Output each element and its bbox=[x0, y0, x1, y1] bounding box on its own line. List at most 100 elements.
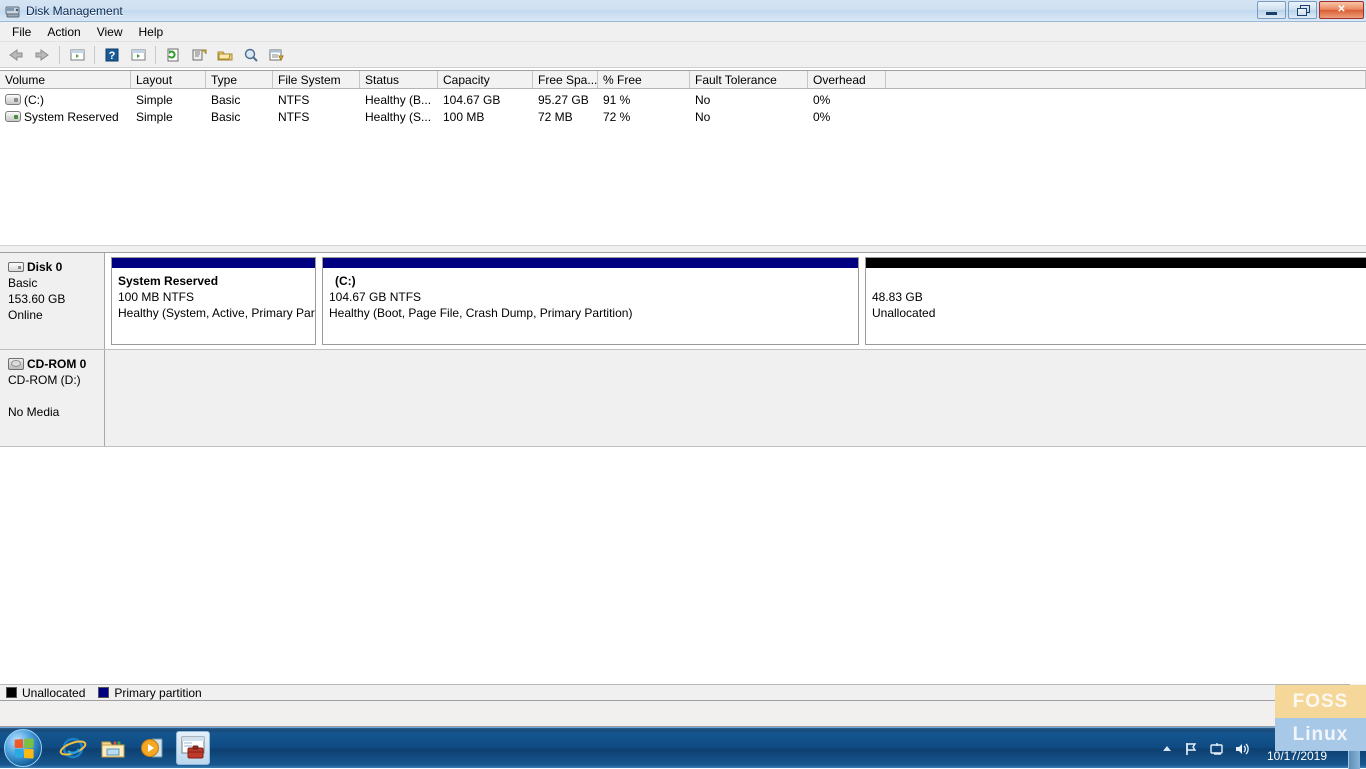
disk-status: No Media bbox=[8, 404, 104, 420]
column-header-percent-free[interactable]: % Free bbox=[598, 71, 690, 88]
menu-view[interactable]: View bbox=[89, 23, 131, 41]
disk-info-disk0[interactable]: Disk 0 Basic 153.60 GB Online bbox=[0, 253, 105, 349]
windows-explorer-icon[interactable] bbox=[96, 731, 130, 765]
disk-management-icon bbox=[5, 3, 21, 19]
clock-date: 10/17/2019 bbox=[1259, 749, 1335, 764]
drive-icon bbox=[5, 111, 21, 122]
cell-type: Basic bbox=[206, 93, 273, 107]
partition-system-reserved[interactable]: System Reserved 100 MB NTFS Healthy (Sys… bbox=[111, 257, 316, 345]
table-row[interactable]: System Reserved Simple Basic NTFS Health… bbox=[0, 108, 1366, 125]
cell-layout: Simple bbox=[131, 110, 206, 124]
window-titlebar: Disk Management ✕ bbox=[0, 0, 1366, 22]
volume-list-pane: Volume Layout Type File System Status Ca… bbox=[0, 70, 1366, 245]
forward-icon[interactable] bbox=[30, 44, 54, 66]
help-icon[interactable]: ? bbox=[100, 44, 124, 66]
cell-volume: System Reserved bbox=[24, 110, 119, 124]
column-header-volume[interactable]: Volume bbox=[0, 71, 131, 88]
menu-action[interactable]: Action bbox=[39, 23, 88, 41]
show-hide-console-tree-icon[interactable] bbox=[126, 44, 150, 66]
hard-disk-icon bbox=[8, 262, 24, 272]
status-bar bbox=[0, 700, 1366, 727]
menu-help[interactable]: Help bbox=[131, 23, 172, 41]
column-header-overhead[interactable]: Overhead bbox=[808, 71, 886, 88]
network-icon[interactable] bbox=[1184, 741, 1200, 757]
legend-label-primary-partition: Primary partition bbox=[114, 686, 201, 700]
volume-icon[interactable] bbox=[1234, 741, 1250, 757]
scroll-corner bbox=[1350, 684, 1366, 700]
disk-type: CD-ROM (D:) bbox=[8, 372, 104, 388]
minimize-button[interactable] bbox=[1257, 1, 1286, 19]
disk-row-disk0[interactable]: Disk 0 Basic 153.60 GB Online System Res… bbox=[0, 253, 1366, 350]
search-icon[interactable] bbox=[239, 44, 263, 66]
cell-layout: Simple bbox=[131, 93, 206, 107]
partition-unallocated[interactable]: 48.83 GB Unallocated bbox=[865, 257, 1366, 345]
restore-button[interactable] bbox=[1288, 1, 1317, 19]
table-row[interactable]: (C:) Simple Basic NTFS Healthy (B... 104… bbox=[0, 91, 1366, 108]
window-title: Disk Management bbox=[26, 4, 123, 18]
legend-swatch-primary-partition bbox=[98, 687, 109, 698]
refresh-icon[interactable] bbox=[161, 44, 185, 66]
action-center-icon[interactable] bbox=[1209, 741, 1225, 757]
rescan-disks-icon[interactable] bbox=[213, 44, 237, 66]
start-button[interactable] bbox=[4, 729, 42, 767]
toolbar: ? bbox=[0, 42, 1366, 68]
cell-free-space: 72 MB bbox=[533, 110, 598, 124]
toolbar-separator bbox=[94, 46, 95, 64]
cell-status: Healthy (S... bbox=[360, 110, 438, 124]
cell-overhead: 0% bbox=[808, 110, 886, 124]
taskbar: 9:14 PM 10/17/2019 bbox=[0, 727, 1366, 768]
partition-size-fs: 100 MB NTFS bbox=[118, 289, 315, 305]
menu-file[interactable]: File bbox=[4, 23, 39, 41]
all-tasks-icon[interactable] bbox=[265, 44, 289, 66]
cell-status: Healthy (B... bbox=[360, 93, 438, 107]
properties-icon[interactable] bbox=[187, 44, 211, 66]
cell-overhead: 0% bbox=[808, 93, 886, 107]
show-hidden-icons-arrow-icon[interactable] bbox=[1159, 741, 1175, 757]
column-header-type[interactable]: Type bbox=[206, 71, 273, 88]
back-icon[interactable] bbox=[4, 44, 28, 66]
cell-file-system: NTFS bbox=[273, 110, 360, 124]
system-tray: 9:14 PM 10/17/2019 bbox=[1159, 728, 1366, 769]
window-controls: ✕ bbox=[1257, 1, 1364, 19]
disk-status: Online bbox=[8, 307, 104, 323]
column-header-fault-tolerance[interactable]: Fault Tolerance bbox=[690, 71, 808, 88]
column-header-filler bbox=[886, 71, 1366, 88]
disk-size: 153.60 GB bbox=[8, 291, 104, 307]
partition-c-drive[interactable]: (C:) 104.67 GB NTFS Healthy (Boot, Page … bbox=[322, 257, 859, 345]
clock[interactable]: 9:14 PM 10/17/2019 bbox=[1259, 734, 1335, 764]
toolbar-separator bbox=[155, 46, 156, 64]
cell-capacity: 100 MB bbox=[438, 110, 533, 124]
partition-status: Healthy (System, Active, Primary Parti bbox=[118, 305, 315, 321]
cd-rom-icon bbox=[8, 358, 24, 370]
column-header-capacity[interactable]: Capacity bbox=[438, 71, 533, 88]
internet-explorer-icon[interactable] bbox=[56, 731, 90, 765]
disk-size-spacer bbox=[8, 388, 104, 404]
windows-media-player-icon[interactable] bbox=[136, 731, 170, 765]
cdrom0-no-media-area bbox=[105, 350, 1366, 446]
column-header-status[interactable]: Status bbox=[360, 71, 438, 88]
disk-row-cdrom0[interactable]: CD-ROM 0 CD-ROM (D:) No Media bbox=[0, 350, 1366, 447]
quick-launch-bar bbox=[56, 731, 210, 765]
clock-time: 9:14 PM bbox=[1259, 734, 1335, 749]
cell-capacity: 104.67 GB bbox=[438, 93, 533, 107]
column-header-file-system[interactable]: File System bbox=[273, 71, 360, 88]
drive-icon bbox=[5, 94, 21, 105]
partition-capacity-bar bbox=[866, 258, 1366, 268]
toolbar-separator bbox=[59, 46, 60, 64]
pane-splitter[interactable] bbox=[0, 245, 1366, 253]
close-button[interactable]: ✕ bbox=[1319, 1, 1364, 19]
column-header-free-space[interactable]: Free Spa... bbox=[533, 71, 598, 88]
column-header-layout[interactable]: Layout bbox=[131, 71, 206, 88]
legend-label-unallocated: Unallocated bbox=[22, 686, 85, 700]
show-desktop-button[interactable] bbox=[1348, 728, 1360, 769]
partition-name: System Reserved bbox=[118, 273, 315, 289]
up-one-level-icon[interactable] bbox=[65, 44, 89, 66]
partition-size-fs: 48.83 GB bbox=[872, 289, 1366, 305]
disk-info-cdrom0[interactable]: CD-ROM 0 CD-ROM (D:) No Media bbox=[0, 350, 105, 446]
partition-capacity-bar bbox=[112, 258, 315, 268]
cell-fault-tolerance: No bbox=[690, 110, 808, 124]
svg-text:?: ? bbox=[109, 50, 116, 62]
disk-management-taskbar-icon[interactable] bbox=[176, 731, 210, 765]
partition-status: Unallocated bbox=[872, 305, 1366, 321]
volume-list-header: Volume Layout Type File System Status Ca… bbox=[0, 71, 1366, 89]
